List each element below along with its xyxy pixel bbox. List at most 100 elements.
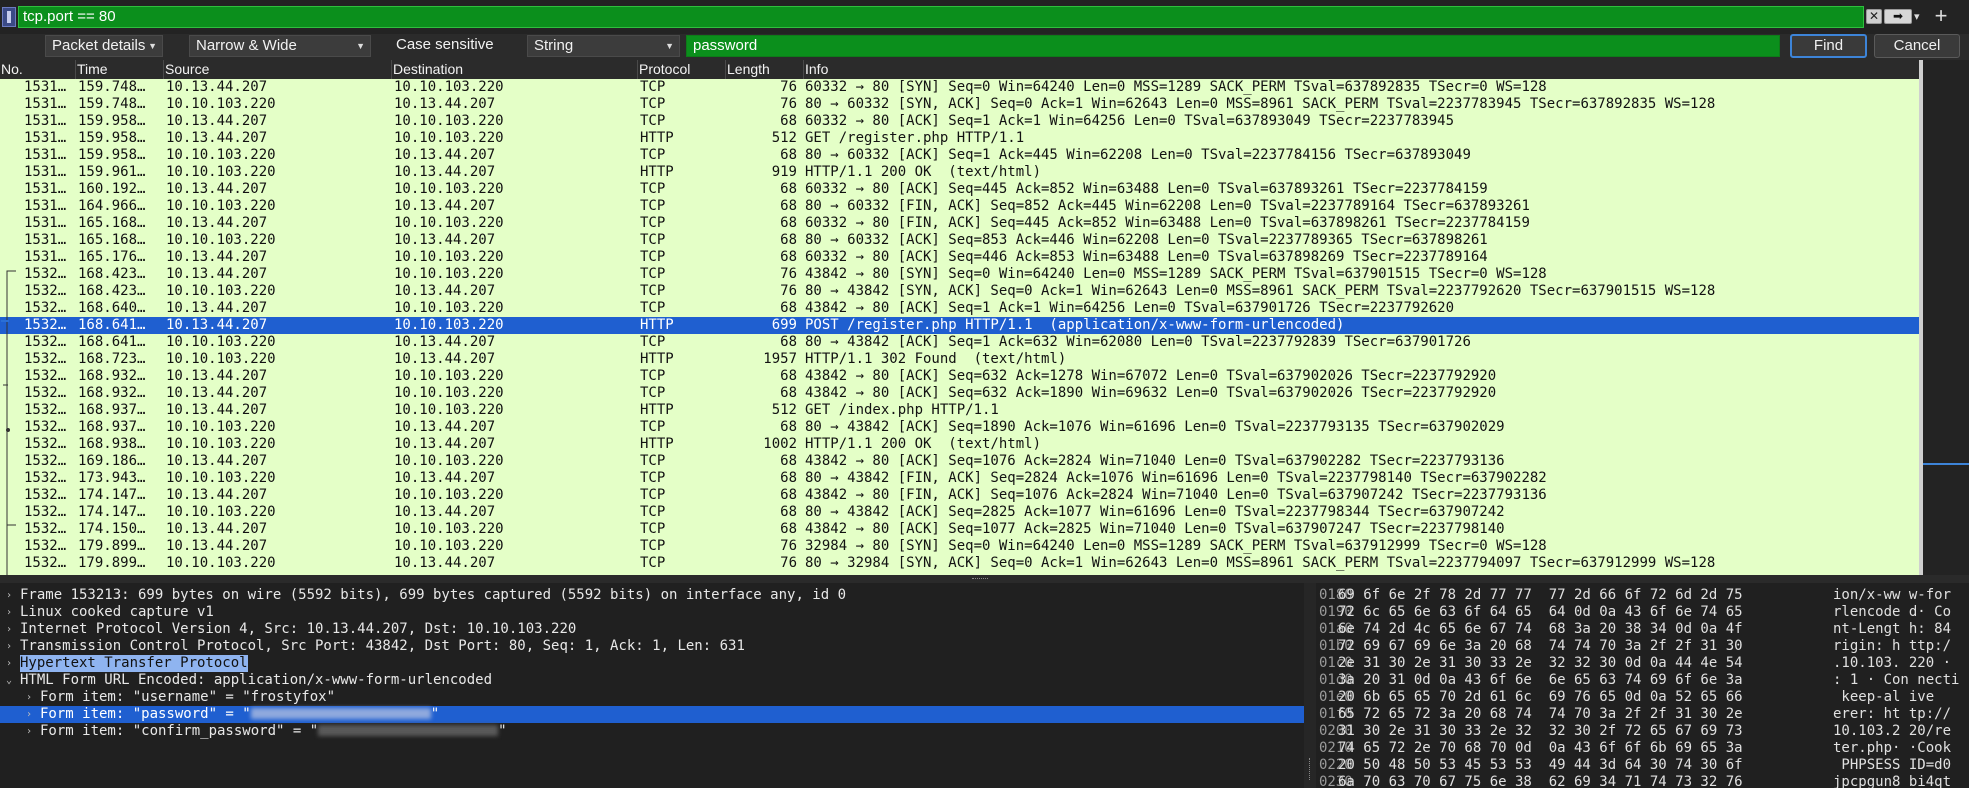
bytes-row[interactable]: 01a0 6e 74 2d 4c 65 6e 67 74 68 3a 20 38 …: [1316, 621, 1969, 638]
detail-tree-label-suffix: ": [430, 706, 440, 722]
chevron-down-icon: ▼: [665, 41, 674, 51]
packet-row[interactable]: 1532… 168.423… 10.10.103.220 10.13.44.207 TC…: [0, 283, 1919, 300]
filter-bookmark-icon[interactable]: [2, 7, 16, 27]
cell-protocol: TCP: [640, 113, 666, 129]
bytes-row[interactable]: 0200 31 30 2e 31 30 33 2e 32 32 30 2f 72 …: [1316, 723, 1969, 740]
detail-tree-item[interactable]: › Hypertext Transfer Protocol: [0, 655, 1304, 672]
detail-tree-item[interactable]: › Form item: "username" = "frostyfox": [0, 689, 1304, 706]
packet-row[interactable]: 1531… 165.168… 10.13.44.207 10.10.103.220 TC…: [0, 215, 1919, 232]
tree-expand-icon[interactable]: ›: [26, 723, 32, 740]
packet-row[interactable]: 1531… 159.958… 10.13.44.207 10.10.103.220 HT…: [0, 130, 1919, 147]
tree-expand-icon[interactable]: ›: [26, 689, 32, 706]
add-filter-button-icon[interactable]: +: [1931, 3, 1951, 29]
recent-filters-dropdown-icon[interactable]: ▾: [1914, 6, 1928, 28]
bytes-row[interactable]: 01b0 72 69 67 69 6e 3a 20 68 74 74 70 3a …: [1316, 638, 1969, 655]
packet-row[interactable]: 1531… 159.748… 10.10.103.220 10.13.44.207 TC…: [0, 96, 1919, 113]
column-header-length[interactable]: Length: [726, 60, 804, 79]
cell-info: 80 → 60332 [ACK] Seq=1 Ack=445 Win=62208…: [805, 147, 1471, 163]
bytes-row[interactable]: 01c0 2e 31 30 2e 31 30 33 2e 32 32 30 0d …: [1316, 655, 1969, 672]
cell-info: 80 → 43842 [FIN, ACK] Seq=2824 Ack=1076 …: [805, 470, 1547, 486]
cell-no: 1531…: [24, 164, 67, 180]
packet-row[interactable]: 1532… 179.899… 10.13.44.207 10.10.103.220 TC…: [0, 538, 1919, 555]
tree-expand-icon[interactable]: ›: [6, 655, 12, 672]
clear-filter-icon[interactable]: ✕: [1866, 9, 1882, 24]
search-type-value: String: [534, 37, 574, 54]
case-sensitive-checkbox[interactable]: Case sensitive: [396, 34, 494, 56]
column-header-destination[interactable]: Destination: [392, 60, 638, 79]
packet-row[interactable]: 1532… 168.938… 10.10.103.220 10.13.44.207 HT…: [0, 436, 1919, 453]
cell-source: 10.10.103.220: [166, 419, 276, 435]
tree-expand-icon[interactable]: ›: [6, 621, 12, 638]
packet-row[interactable]: 1531… 159.958… 10.13.44.207 10.10.103.220 TC…: [0, 113, 1919, 130]
packet-row[interactable]: 1532… 168.932… 10.13.44.207 10.10.103.220 TC…: [0, 368, 1919, 385]
packet-row[interactable]: 1532… 168.423… 10.13.44.207 10.10.103.220 TC…: [0, 266, 1919, 283]
search-type-combo[interactable]: String ▼: [527, 35, 680, 57]
detail-tree-item[interactable]: › Form item: "confirm_password" = " ": [0, 723, 1304, 740]
cell-protocol: TCP: [640, 266, 666, 282]
find-button[interactable]: Find: [1790, 34, 1867, 58]
packet-row[interactable]: 1532… 168.937… 10.13.44.207 10.10.103.220 HT…: [0, 402, 1919, 419]
search-in-combo[interactable]: Packet details ▼: [45, 35, 163, 57]
splitter-grip: [972, 578, 988, 581]
bytes-row[interactable]: 01e0 20 6b 65 65 70 2d 61 6c 69 76 65 0d …: [1316, 689, 1969, 706]
bytes-row[interactable]: 01f0 65 72 65 72 3a 20 68 74 74 70 3a 2f …: [1316, 706, 1969, 723]
packet-row[interactable]: 1532… 168.937… 10.10.103.220 10.13.44.207 TC…: [0, 419, 1919, 436]
cell-time: 165.168…: [78, 215, 146, 231]
apply-filter-icon[interactable]: ➡: [1884, 9, 1912, 24]
bytes-row[interactable]: 01d0 3a 20 31 0d 0a 43 6f 6e 6e 65 63 74 …: [1316, 672, 1969, 689]
packet-row[interactable]: 1532… 168.723… 10.10.103.220 10.13.44.207 HT…: [0, 351, 1919, 368]
packet-row[interactable]: 1532… 169.186… 10.13.44.207 10.10.103.220 TC…: [0, 453, 1919, 470]
packet-row[interactable]: 1532… 173.943… 10.10.103.220 10.13.44.207 TC…: [0, 470, 1919, 487]
packet-row[interactable]: 1532… 168.640… 10.13.44.207 10.10.103.220 TC…: [0, 300, 1919, 317]
packet-row[interactable]: 1532… 174.147… 10.10.103.220 10.13.44.207 TC…: [0, 504, 1919, 521]
column-header-info[interactable]: Info: [804, 60, 1919, 79]
bytes-row[interactable]: 0220 20 50 48 50 53 45 53 53 49 44 3d 64 …: [1316, 757, 1969, 774]
pane-splitter-horizontal[interactable]: [0, 575, 1969, 583]
packet-row[interactable]: 1532… 168.641… 10.13.44.207 10.10.103.220 HT…: [0, 317, 1919, 334]
char-width-combo[interactable]: Narrow & Wide ▼: [189, 35, 371, 57]
column-header-source[interactable]: Source: [164, 60, 392, 79]
bytes-row[interactable]: 0210 74 65 72 2e 70 68 70 0d 0a 43 6f 6f …: [1316, 740, 1969, 757]
packet-row[interactable]: 1532… 174.147… 10.13.44.207 10.10.103.220 TC…: [0, 487, 1919, 504]
packet-row[interactable]: 1531… 159.958… 10.10.103.220 10.13.44.207 TC…: [0, 147, 1919, 164]
tree-expand-icon[interactable]: ›: [6, 604, 12, 621]
cancel-button[interactable]: Cancel: [1874, 34, 1960, 58]
scrollbar-thumb[interactable]: [1919, 60, 1923, 575]
packet-row[interactable]: 1531… 165.176… 10.13.44.207 10.10.103.220 TC…: [0, 249, 1919, 266]
tree-expand-icon[interactable]: ›: [6, 638, 12, 655]
cell-source: 10.13.44.207: [166, 487, 268, 503]
packet-row[interactable]: 1531… 160.192… 10.13.44.207 10.10.103.220 TC…: [0, 181, 1919, 198]
packet-row[interactable]: 1532… 168.641… 10.10.103.220 10.13.44.207 TC…: [0, 334, 1919, 351]
detail-tree-item[interactable]: › Transmission Control Protocol, Src Port…: [0, 638, 1304, 655]
detail-tree-item[interactable]: ⌄ HTML Form URL Encoded: application/x-ww…: [0, 672, 1304, 689]
column-header-time[interactable]: Time: [76, 60, 164, 79]
bytes-row[interactable]: 0180 69 6f 6e 2f 78 2d 77 77 77 2d 66 6f …: [1316, 587, 1969, 604]
cell-source: 10.10.103.220: [166, 147, 276, 163]
find-search-input[interactable]: password: [686, 35, 1780, 57]
cell-source: 10.13.44.207: [166, 538, 268, 554]
column-header-protocol[interactable]: Protocol: [638, 60, 726, 79]
detail-tree-item[interactable]: › Frame 153213: 699 bytes on wire (5592 b…: [0, 587, 1304, 604]
packet-row[interactable]: 1531… 159.748… 10.13.44.207 10.10.103.220 TC…: [0, 79, 1919, 96]
detail-tree-item[interactable]: › Linux cooked capture v1: [0, 604, 1304, 621]
packet-row[interactable]: 1531… 165.168… 10.10.103.220 10.13.44.207 TC…: [0, 232, 1919, 249]
packet-row[interactable]: 1532… 174.150… 10.13.44.207 10.10.103.220 TC…: [0, 521, 1919, 538]
cell-no: 1531…: [24, 249, 67, 265]
bytes-row[interactable]: 0230 6a 70 63 70 67 75 6e 38 62 69 34 71 …: [1316, 774, 1969, 788]
detail-tree-item[interactable]: › Internet Protocol Version 4, Src: 10.13…: [0, 621, 1304, 638]
column-header-no[interactable]: No.: [0, 60, 76, 79]
tree-collapse-icon[interactable]: ⌄: [6, 672, 12, 689]
cell-no: 1532…: [24, 521, 67, 537]
packet-list-scrollbar[interactable]: [1919, 60, 1969, 575]
bytes-row[interactable]: 0190 72 6c 65 6e 63 6f 64 65 64 0d 0a 43 …: [1316, 604, 1969, 621]
packet-row[interactable]: 1531… 164.966… 10.10.103.220 10.13.44.207 TC…: [0, 198, 1919, 215]
tree-expand-icon[interactable]: ›: [6, 587, 12, 604]
packet-row[interactable]: 1532… 179.899… 10.10.103.220 10.13.44.207 TC…: [0, 555, 1919, 572]
packet-row[interactable]: 1532… 168.932… 10.13.44.207 10.10.103.220 TC…: [0, 385, 1919, 402]
pane-splitter-vertical[interactable]: [1304, 583, 1316, 788]
detail-tree-text: Form item: "username" = "frostyfox": [40, 689, 335, 706]
detail-tree-item[interactable]: › Form item: "password" = " ": [0, 706, 1304, 723]
packet-row[interactable]: 1531… 159.961… 10.10.103.220 10.13.44.207 HT…: [0, 164, 1919, 181]
display-filter-input[interactable]: tcp.port == 80: [18, 6, 1864, 28]
tree-expand-icon[interactable]: ›: [26, 706, 32, 723]
